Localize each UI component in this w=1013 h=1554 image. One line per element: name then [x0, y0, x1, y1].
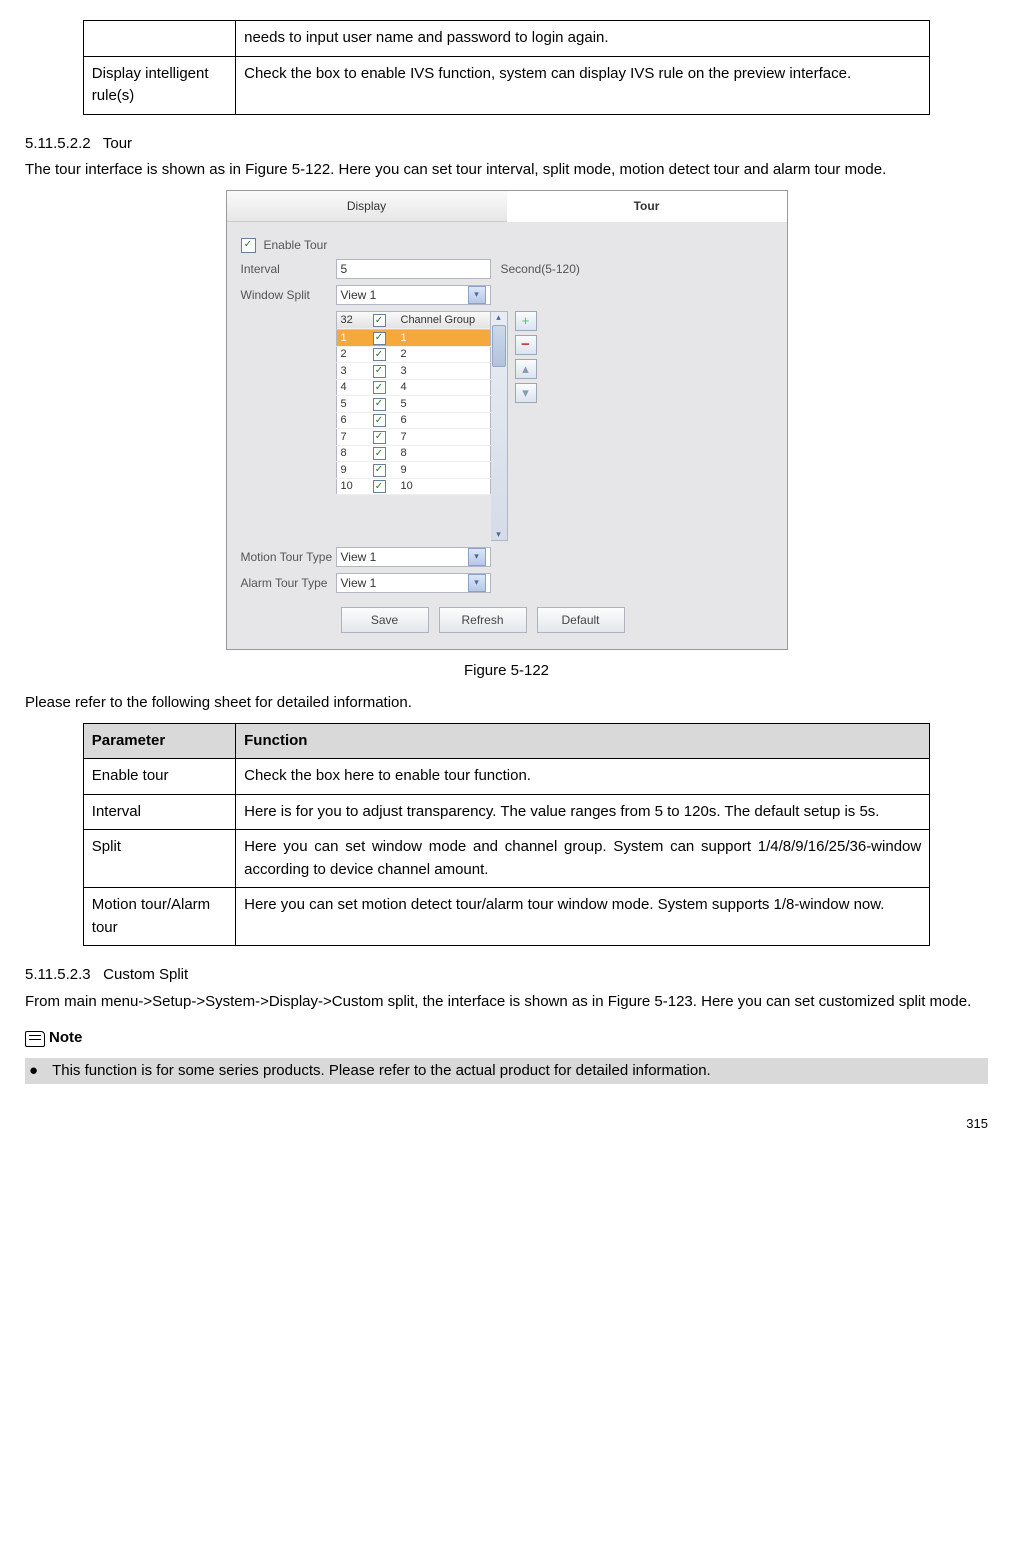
- top-table: needs to input user name and password to…: [83, 20, 930, 115]
- table-row[interactable]: 4✓4: [336, 379, 490, 396]
- page-number: 315: [25, 1114, 988, 1134]
- window-split-label: Window Split: [241, 288, 336, 302]
- move-down-button[interactable]: ▾: [515, 383, 537, 403]
- scrollbar[interactable]: ▴ ▾: [491, 311, 508, 541]
- alarm-tour-select[interactable]: View 1 ▾: [336, 573, 491, 593]
- bullet-icon: ●: [29, 1060, 38, 1083]
- row-checkbox[interactable]: ✓: [373, 348, 386, 361]
- chevron-down-icon: ▾: [496, 529, 501, 540]
- row-checkbox[interactable]: ✓: [373, 332, 386, 345]
- channel-group-table[interactable]: 32 ✓ Channel Group 1✓12✓23✓34✓45✓56✓67✓7…: [336, 311, 491, 496]
- header-checkbox[interactable]: ✓: [373, 314, 386, 327]
- motion-tour-select[interactable]: View 1 ▾: [336, 547, 491, 567]
- section-number: 5.11.5.2.3: [25, 966, 91, 983]
- table-row: Enable tourCheck the box here to enable …: [83, 759, 929, 795]
- note-label: Note: [49, 1027, 82, 1050]
- row-checkbox[interactable]: ✓: [373, 365, 386, 378]
- scroll-thumb[interactable]: [492, 325, 506, 367]
- interval-label: Interval: [241, 262, 336, 276]
- table-row[interactable]: 1✓1: [336, 330, 490, 347]
- interval-input[interactable]: 5: [336, 259, 491, 279]
- cell: needs to input user name and password to…: [236, 21, 930, 57]
- figure-caption: Figure 5-122: [25, 660, 988, 683]
- refresh-button[interactable]: Refresh: [439, 607, 527, 633]
- section-number: 5.11.5.2.2: [25, 135, 91, 152]
- enable-tour-checkbox[interactable]: ✓: [241, 238, 256, 253]
- interval-suffix: Second(5-120): [501, 262, 580, 276]
- row-checkbox[interactable]: ✓: [373, 480, 386, 493]
- table-row: Motion tour/Alarm tourHere you can set m…: [83, 888, 929, 946]
- table-row[interactable]: 9✓9: [336, 462, 490, 479]
- enable-tour-label: Enable Tour: [264, 238, 328, 252]
- bullet-text: This function is for some series product…: [52, 1060, 711, 1083]
- row-checkbox[interactable]: ✓: [373, 414, 386, 427]
- row-checkbox[interactable]: ✓: [373, 431, 386, 444]
- section-paragraph: The tour interface is shown as in Figure…: [25, 159, 988, 182]
- motion-tour-label: Motion Tour Type: [241, 550, 336, 564]
- save-button[interactable]: Save: [341, 607, 429, 633]
- table-row[interactable]: 7✓7: [336, 429, 490, 446]
- row-checkbox[interactable]: ✓: [373, 464, 386, 477]
- tour-ui-screenshot: Display Tour ✓ Enable Tour Interval 5 Se…: [226, 190, 788, 650]
- th-parameter: Parameter: [83, 723, 235, 759]
- sheet-intro: Please refer to the following sheet for …: [25, 692, 988, 715]
- section-paragraph: From main menu->Setup->System->Display->…: [25, 991, 988, 1014]
- section-title: Tour: [103, 135, 132, 152]
- parameter-table: Parameter Function Enable tourCheck the …: [83, 723, 930, 947]
- cell: Display intelligent rule(s): [83, 56, 235, 114]
- alarm-tour-label: Alarm Tour Type: [241, 576, 336, 590]
- add-button[interactable]: +: [515, 311, 537, 331]
- note-icon: [25, 1031, 45, 1047]
- table-row[interactable]: 8✓8: [336, 445, 490, 462]
- chevron-down-icon: ▾: [468, 286, 486, 304]
- section-title: Custom Split: [103, 966, 188, 983]
- table-row[interactable]: 10✓10: [336, 478, 490, 495]
- table-row[interactable]: 3✓3: [336, 363, 490, 380]
- remove-button[interactable]: −: [515, 335, 537, 355]
- cell: Check the box to enable IVS function, sy…: [236, 56, 930, 114]
- row-checkbox[interactable]: ✓: [373, 447, 386, 460]
- table-row[interactable]: 2✓2: [336, 346, 490, 363]
- th-function: Function: [236, 723, 930, 759]
- tab-display[interactable]: Display: [227, 191, 507, 222]
- move-up-button[interactable]: ▴: [515, 359, 537, 379]
- row-checkbox[interactable]: ✓: [373, 381, 386, 394]
- chevron-up-icon: ▴: [496, 312, 501, 323]
- table-row[interactable]: 6✓6: [336, 412, 490, 429]
- chevron-down-icon: ▾: [468, 548, 486, 566]
- tab-tour[interactable]: Tour: [507, 191, 787, 222]
- row-checkbox[interactable]: ✓: [373, 398, 386, 411]
- default-button[interactable]: Default: [537, 607, 625, 633]
- table-row: IntervalHere is for you to adjust transp…: [83, 794, 929, 830]
- table-row: SplitHere you can set window mode and ch…: [83, 830, 929, 888]
- window-split-select[interactable]: View 1 ▾: [336, 285, 491, 305]
- chevron-down-icon: ▾: [468, 574, 486, 592]
- table-row[interactable]: 5✓5: [336, 396, 490, 413]
